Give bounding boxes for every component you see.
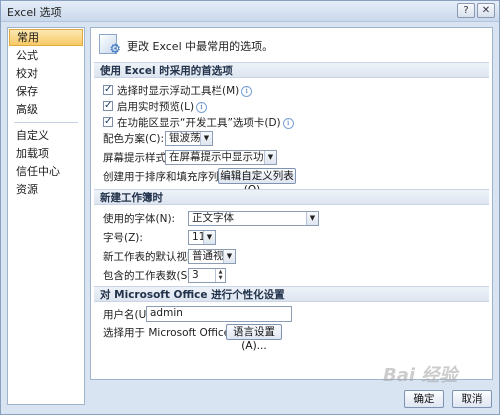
default-view-select[interactable]: 普通视图 ▼: [188, 249, 236, 264]
sidebar-item-save[interactable]: 保存: [9, 83, 83, 100]
developer-tab-label: 在功能区显示“开发工具”选项卡(D): [117, 117, 281, 129]
screentip-style-select[interactable]: 在屏幕提示中显示功能说明 ▼: [165, 150, 277, 165]
title-bar: Excel 选项 ? ✕: [1, 1, 499, 22]
font-size-label: 字号(Z):: [103, 232, 143, 244]
ok-button[interactable]: 确定: [404, 390, 444, 408]
sidebar-item-customize[interactable]: 自定义: [9, 127, 83, 144]
section-personalize: 对 Microsoft Office 进行个性化设置: [94, 286, 489, 302]
chevron-down-icon[interactable]: ▼: [264, 151, 276, 164]
window-title: Excel 选项: [7, 6, 62, 19]
font-select[interactable]: 正文字体 ▼: [188, 211, 319, 226]
options-panel: ⚙ 更改 Excel 中最常用的选项。 使用 Excel 时采用的首选项 选择时…: [90, 27, 493, 380]
info-icon: i: [282, 118, 294, 129]
panel-header-text: 更改 Excel 中最常用的选项。: [127, 40, 274, 53]
sidebar-item-common[interactable]: 常用: [9, 29, 83, 46]
help-icon[interactable]: ?: [457, 3, 475, 18]
language-settings-button[interactable]: 语言设置(A)...: [226, 324, 282, 352]
mini-toolbar-option[interactable]: 选择时显示浮动工具栏(M)i: [103, 82, 253, 99]
sidebar: 常用 公式 校对 保存 高级 自定义 加载项 信任中心 资源: [7, 27, 85, 405]
sidebar-item-advanced[interactable]: 高级: [9, 101, 83, 118]
color-scheme-label: 配色方案(C):: [103, 133, 165, 145]
font-size-select[interactable]: 11 ▼: [188, 230, 216, 245]
sidebar-item-addins[interactable]: 加载项: [9, 145, 83, 162]
section-excel-preferences: 使用 Excel 时采用的首选项: [94, 62, 489, 78]
options-page-icon: ⚙: [99, 34, 121, 57]
sheet-count-label: 包含的工作表数(S):: [103, 270, 195, 282]
developer-tab-checkbox[interactable]: [103, 114, 113, 130]
watermark: Bai 经验: [383, 365, 458, 386]
live-preview-checkbox[interactable]: [103, 98, 113, 114]
chevron-down-icon[interactable]: ▼: [306, 212, 318, 225]
sidebar-item-proofing[interactable]: 校对: [9, 65, 83, 82]
sidebar-divider: [14, 122, 78, 123]
chevron-down-icon[interactable]: ▼: [223, 250, 235, 263]
info-icon: i: [241, 86, 253, 97]
live-preview-option[interactable]: 启用实时预览(L)i: [103, 98, 208, 115]
color-scheme-select[interactable]: 银波荡漾 ▼: [165, 131, 213, 146]
mini-toolbar-checkbox[interactable]: [103, 82, 113, 98]
chevron-down-icon[interactable]: ▼: [203, 231, 215, 244]
chevron-down-icon[interactable]: ▼: [200, 132, 212, 145]
sidebar-item-resources[interactable]: 资源: [9, 181, 83, 198]
stepper-arrows-icon[interactable]: ▲ ▼: [215, 269, 225, 282]
cancel-button[interactable]: 取消: [452, 390, 492, 408]
edit-custom-lists-button[interactable]: 编辑自定义列表(O)...: [218, 168, 296, 196]
sheet-count-stepper[interactable]: 3 ▲ ▼: [188, 268, 226, 283]
sheet-count-value: 3: [192, 269, 199, 281]
excel-options-dialog: Excel 选项 ? ✕ 常用 公式 校对 保存 高级 自定义 加载项 信任中心…: [0, 0, 500, 415]
mini-toolbar-label: 选择时显示浮动工具栏(M): [117, 85, 240, 97]
font-value: 正文字体: [192, 212, 234, 224]
username-value: admin: [150, 307, 183, 319]
close-icon[interactable]: ✕: [477, 3, 495, 18]
sidebar-item-formulas[interactable]: 公式: [9, 47, 83, 64]
username-field[interactable]: admin: [146, 306, 292, 322]
screentip-style-value: 在屏幕提示中显示功能说明: [169, 151, 276, 163]
sidebar-item-trust-center[interactable]: 信任中心: [9, 163, 83, 180]
section-new-workbook: 新建工作簿时: [94, 189, 489, 205]
font-label: 使用的字体(N):: [103, 213, 176, 225]
info-icon: i: [196, 102, 208, 113]
live-preview-label: 启用实时预览(L): [117, 101, 195, 113]
developer-tab-option[interactable]: 在功能区显示“开发工具”选项卡(D)i: [103, 114, 294, 131]
panel-header: ⚙ 更改 Excel 中最常用的选项。: [99, 34, 479, 58]
